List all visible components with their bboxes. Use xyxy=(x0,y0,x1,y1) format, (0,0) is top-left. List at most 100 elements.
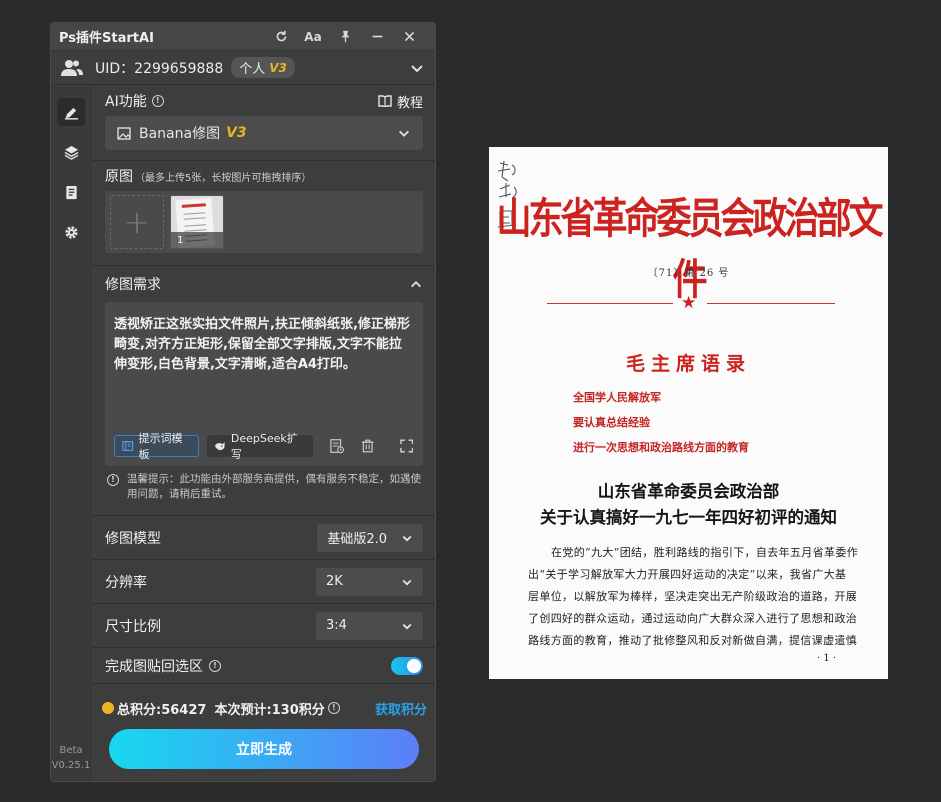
paste-back-label: 完成图贴回选区 xyxy=(105,658,203,675)
request-section: 修图需求 透视矫正这张实拍文件照片,扶正倾斜纸张,修正梯形畸变,对齐方正矩形,保… xyxy=(92,266,435,516)
image-upload-area: + 1 xyxy=(105,191,423,253)
resolution-value: 2K xyxy=(326,574,343,589)
divider-right xyxy=(707,303,835,304)
add-image-button[interactable]: + xyxy=(110,195,164,249)
prompt-template-label: 提示词模板 xyxy=(138,432,183,461)
sidebar-item-edit[interactable] xyxy=(57,98,85,126)
sidebar-item-settings[interactable] xyxy=(57,218,85,246)
paste-back-toggle[interactable] xyxy=(391,656,423,675)
image-thumbnail[interactable]: 1 xyxy=(170,195,224,249)
quote-line: 进行一次思想和政治路线方面的教育 xyxy=(573,441,749,454)
body-line: 了创四好的群众运动，通过运动向广大群众深入进行了思想和政治 xyxy=(528,612,858,625)
coin-icon xyxy=(102,702,114,714)
layers-icon xyxy=(64,145,78,160)
ai-function-section: AI功能 ! 教程 Banana修图 V3 xyxy=(92,86,435,161)
service-notice: ! 温馨提示：此功能由外部服务商提供，偶有服务不稳定，如遇使用问题，请稍后重试。 xyxy=(105,472,423,512)
font-size-button[interactable]: Aa xyxy=(297,23,329,51)
refresh-icon[interactable] xyxy=(265,23,297,51)
info-icon[interactable]: ! xyxy=(151,95,164,107)
ai-function-level: V3 xyxy=(226,125,247,141)
pin-icon[interactable] xyxy=(329,23,361,51)
sidebar-item-notes[interactable] xyxy=(57,178,85,206)
users-icon xyxy=(61,59,83,77)
ratio-row: 尺寸比例 3:4 xyxy=(92,604,435,648)
star-icon: ★ xyxy=(681,293,697,313)
info-icon[interactable]: ! xyxy=(209,659,221,672)
user-id: UID：2299659888 xyxy=(95,60,224,77)
body-line: 路线方面的教育，推动了批修整风和反对新做自满，提信课虚遣慎 xyxy=(528,634,858,647)
divider-left xyxy=(547,303,673,304)
body-line: 出“关于学习解放军大力开展四好运动的决定”以来，我省广大基 xyxy=(528,568,847,581)
prompt-text[interactable]: 透视矫正这张实拍文件照片,扶正倾斜纸张,修正梯形畸变,对齐方正矩形,保留全部文字… xyxy=(105,302,423,375)
title-bar: Ps插件StartAI Aa xyxy=(51,23,435,51)
chevron-down-icon xyxy=(402,579,412,586)
ratio-value: 3:4 xyxy=(326,618,347,633)
main-content: AI功能 ! 教程 Banana修图 V3 原图 （最多上传5张，长按图片可拖拽… xyxy=(92,86,435,781)
history-icon[interactable] xyxy=(329,438,344,454)
chevron-down-icon xyxy=(402,535,412,542)
get-points-link[interactable]: 获取积分 xyxy=(375,699,427,718)
total-points: 总积分:56427 xyxy=(117,702,207,718)
prompt-textarea[interactable]: 透视矫正这张实拍文件照片,扶正倾斜纸张,修正梯形畸变,对齐方正矩形,保留全部文字… xyxy=(105,302,423,466)
whale-icon xyxy=(215,442,225,451)
request-label: 修图需求 xyxy=(105,277,161,293)
notice-title-line: 关于认真搞好一九七一年四好初评的通知 xyxy=(540,508,837,527)
ai-function-label: AI功能 xyxy=(105,94,147,110)
thumbnail-index: 1 xyxy=(171,232,223,248)
chevron-down-icon xyxy=(402,623,412,630)
window-title: Ps插件StartAI xyxy=(59,31,154,46)
version-label: Beta xyxy=(59,745,83,756)
model-label: 修图模型 xyxy=(105,530,161,547)
document-image: 山东省革命委员会政治部文件 〔71〕第 26 号 ★ 毛主席语录 全国学人民解放… xyxy=(489,147,888,679)
book-icon xyxy=(378,95,392,107)
resolution-select[interactable]: 2K xyxy=(316,567,423,596)
chevron-up-icon[interactable] xyxy=(409,277,423,291)
version-number: V0.25.1 xyxy=(51,760,91,771)
plugin-panel: Ps插件StartAI Aa UID：2299659888 个人 V3 Beta… xyxy=(50,22,436,782)
chevron-down-icon[interactable] xyxy=(409,60,425,76)
body-line: 层单位，以解放军为棒样，坚决走突出无产阶级政治的道路，开展 xyxy=(528,590,858,603)
model-row: 修图模型 基础版2.0 xyxy=(92,516,435,560)
book-open-icon xyxy=(122,441,134,451)
chevron-down-icon xyxy=(399,130,409,137)
estimate-points: 本次预计:130积分 xyxy=(214,702,325,718)
fullscreen-icon[interactable] xyxy=(399,439,413,453)
plan-badge: 个人 V3 xyxy=(231,57,295,78)
tutorial-link[interactable]: 教程 xyxy=(378,92,423,111)
close-icon[interactable] xyxy=(393,23,425,51)
deepseek-expand-label: DeepSeek扩写 xyxy=(230,432,298,461)
plan-name: 个人 xyxy=(239,62,266,77)
model-value: 基础版2.0 xyxy=(327,532,387,547)
document-number: 〔71〕第 26 号 xyxy=(647,268,730,279)
original-label: 原图 xyxy=(105,169,133,185)
quote-title: 毛主席语录 xyxy=(625,353,751,375)
image-icon xyxy=(117,126,131,140)
ai-function-select[interactable]: Banana修图 V3 xyxy=(105,116,423,150)
ai-function-name: Banana修图 xyxy=(139,126,221,142)
minimize-icon[interactable] xyxy=(361,23,393,51)
info-icon[interactable]: ! xyxy=(327,702,340,714)
ratio-select[interactable]: 3:4 xyxy=(316,611,423,640)
generate-button[interactable]: 立即生成 xyxy=(109,729,419,769)
model-select[interactable]: 基础版2.0 xyxy=(317,523,423,552)
notes-icon xyxy=(65,185,77,199)
service-notice-text: 温馨提示：此功能由外部服务商提供，偶有服务不稳定，如遇使用问题，请稍后重试。 xyxy=(127,473,421,500)
body-line: 在党的“九大”团结，胜利路线的指引下，自去年五月省革委作 xyxy=(551,546,859,559)
gear-icon xyxy=(64,225,78,239)
tutorial-label: 教程 xyxy=(396,95,423,111)
deepseek-expand-button[interactable]: DeepSeek扩写 xyxy=(207,432,313,461)
quote-line: 要认真总结经验 xyxy=(573,416,650,429)
sidebar-item-layers[interactable] xyxy=(57,138,85,166)
prompt-toolbar: 提示词模板 DeepSeek扩写 xyxy=(114,432,413,461)
original-hint: （最多上传5张，长按图片可拖拽排序） xyxy=(135,172,312,184)
prompt-template-button[interactable]: 提示词模板 xyxy=(114,432,200,461)
ratio-label: 尺寸比例 xyxy=(105,618,161,635)
pen-icon xyxy=(64,107,78,120)
document-title: 山东省革命委员会政治部文件 xyxy=(496,195,883,305)
trash-icon[interactable] xyxy=(360,438,375,454)
resolution-label: 分辨率 xyxy=(105,574,147,591)
page-number: · 1 · xyxy=(817,653,837,664)
paste-back-row: 完成图贴回选区 ! xyxy=(92,648,435,684)
user-bar[interactable]: UID：2299659888 个人 V3 xyxy=(51,51,435,85)
original-image-section: 原图 （最多上传5张，长按图片可拖拽排序） + 1 xyxy=(92,161,435,266)
